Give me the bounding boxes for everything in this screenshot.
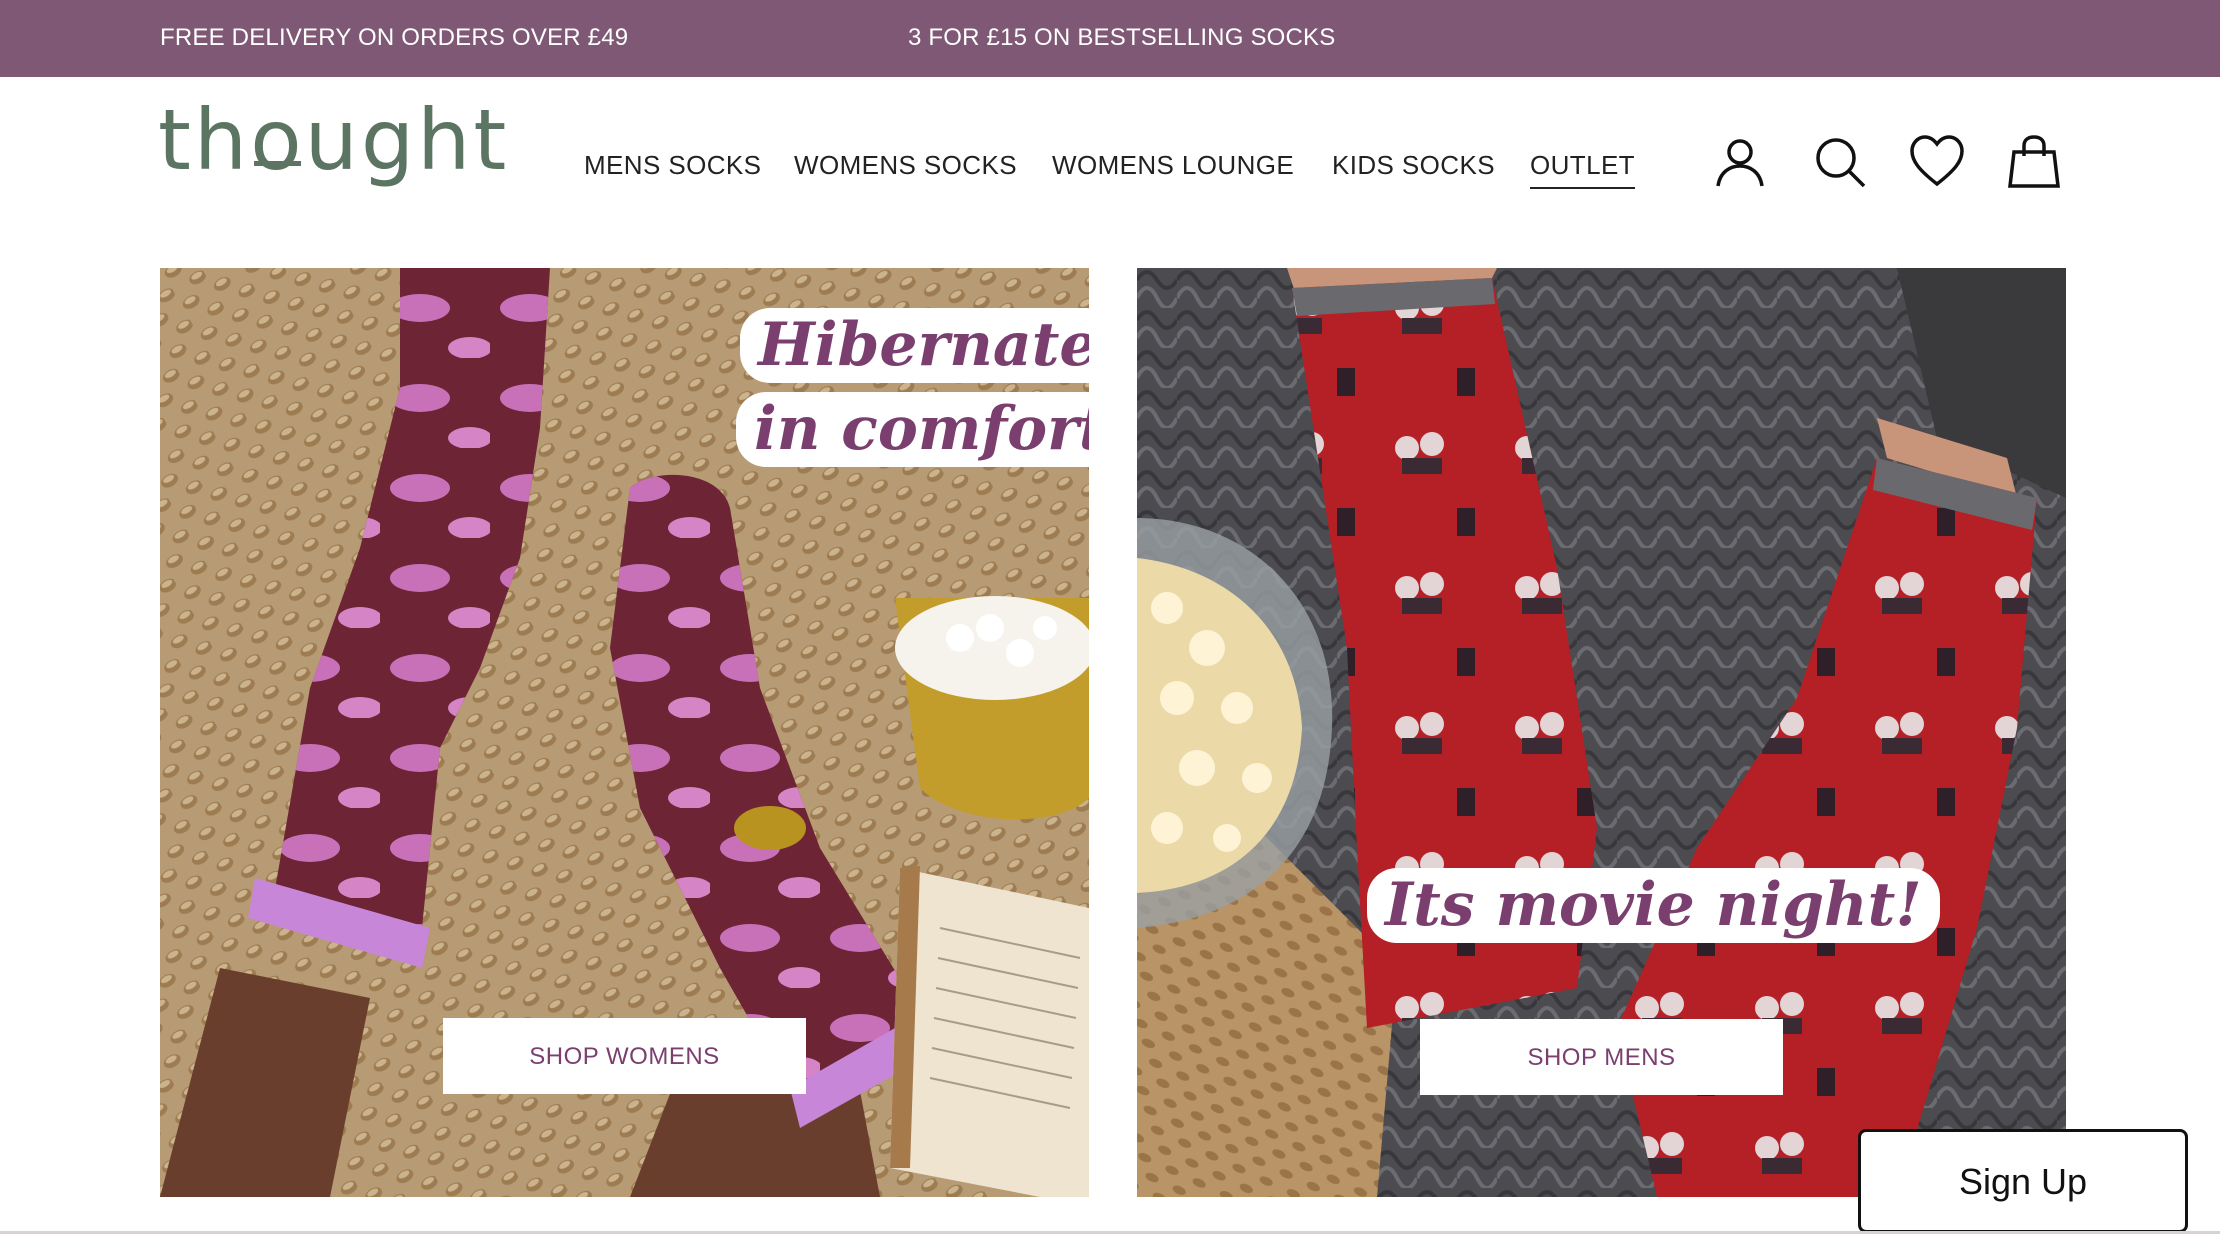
movie-night-headline: Its movie night! — [1367, 868, 1940, 943]
promo-bar: FREE DELIVERY ON ORDERS OVER £49 3 FOR £… — [0, 0, 2220, 77]
nav-kids-socks[interactable]: KIDS SOCKS — [1332, 150, 1495, 181]
shopping-bag-icon[interactable] — [2006, 134, 2062, 190]
search-icon[interactable] — [1812, 134, 1868, 190]
wishlist-heart-icon[interactable] — [1909, 134, 1965, 190]
logo-text-end: ught — [304, 91, 510, 189]
brand-logo[interactable]: thought — [158, 98, 509, 182]
hibernate-headline-line2: in comfort — [736, 392, 1089, 467]
shop-womens-button[interactable]: SHOP WOMENS — [443, 1018, 806, 1094]
nav-outlet[interactable]: OUTLET — [1530, 150, 1635, 189]
page-divider — [0, 1231, 2220, 1234]
promo-free-delivery[interactable]: FREE DELIVERY ON ORDERS OVER £49 — [160, 24, 628, 52]
nav-womens-lounge[interactable]: WOMENS LOUNGE — [1052, 150, 1294, 181]
logo-text-o: o — [250, 91, 305, 189]
nav-mens-socks[interactable]: MENS SOCKS — [584, 150, 761, 181]
hero-mens-tile[interactable]: Its movie night! SHOP MENS — [1137, 268, 2066, 1197]
hero-womens-tile[interactable]: Hibernate in comfort SHOP WOMENS — [160, 268, 1089, 1197]
hibernate-headline-line1: Hibernate — [740, 308, 1089, 383]
sign-up-button[interactable]: Sign Up — [1858, 1129, 2188, 1233]
account-icon[interactable] — [1712, 134, 1768, 190]
logo-text-start: th — [158, 91, 251, 189]
promo-socks-offer[interactable]: 3 FOR £15 ON BESTSELLING SOCKS — [908, 24, 1335, 52]
shop-mens-button[interactable]: SHOP MENS — [1420, 1019, 1783, 1095]
nav-womens-socks[interactable]: WOMENS SOCKS — [794, 150, 1017, 181]
